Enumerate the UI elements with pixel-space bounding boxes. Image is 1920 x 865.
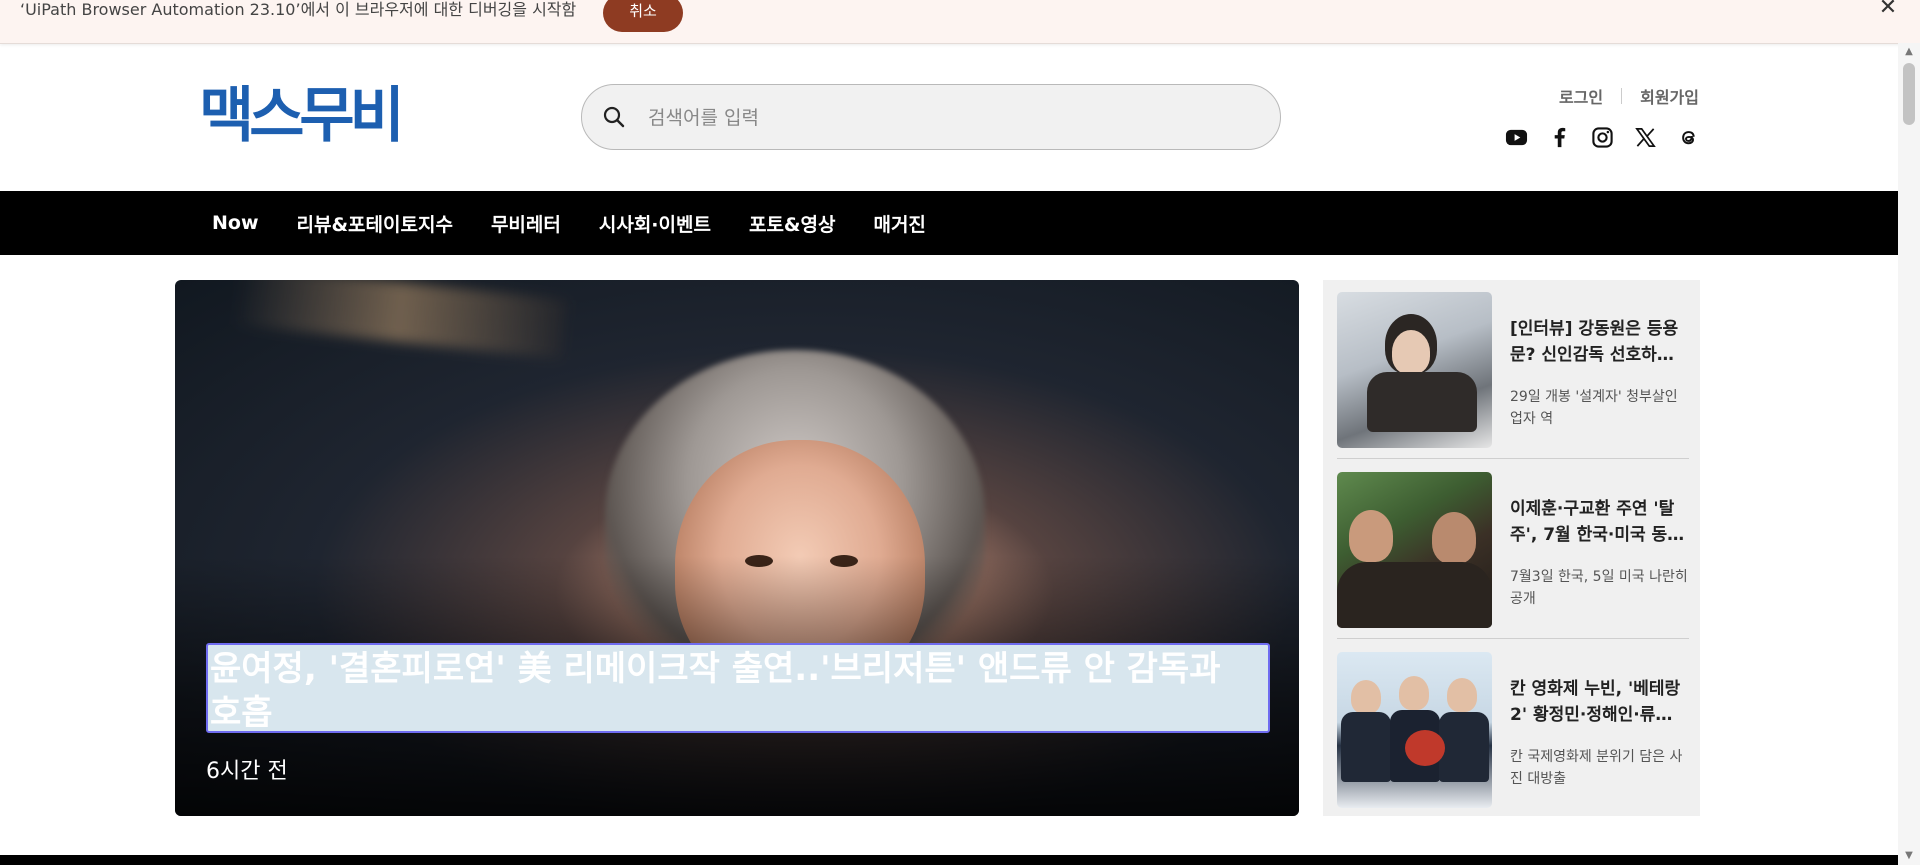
search-icon[interactable] [602,105,626,129]
youtube-icon[interactable] [1505,126,1528,149]
nav-item-photo-video[interactable]: 포토&영상 [749,210,836,237]
close-icon[interactable]: ✕ [1876,0,1900,20]
news-card[interactable]: [인터뷰] 강동원은 등용문? 신인감독 선호하… 29일 개봉 '설계자' 청… [1337,292,1689,448]
infobar-cancel-button[interactable]: 취소 [603,0,683,32]
hero-article[interactable]: 윤여정, '결혼피로연' 美 리메이크작 출연..'브리저튼' 앤드류 안 감독… [175,280,1299,816]
news-card-title[interactable]: 칸 영화제 누빈, '베테랑2' 황정민·정해인·류… [1510,676,1689,728]
search-box[interactable] [581,84,1281,150]
scroll-thumb[interactable] [1903,63,1915,125]
footer-strip [0,855,1898,865]
news-card-subtitle: 칸 국제영화제 분위기 담은 사진 대방출 [1510,749,1683,787]
news-card-title[interactable]: [인터뷰] 강동원은 등용문? 신인감독 선호하… [1510,316,1689,368]
main-nav: Now 리뷰&포테이토지수 무비레터 시사회·이벤트 포토&영상 매거진 [0,191,1898,255]
nav-item-review[interactable]: 리뷰&포테이토지수 [297,210,453,237]
signup-link[interactable]: 회원가입 [1640,84,1699,108]
news-card[interactable]: 칸 영화제 누빈, '베테랑2' 황정민·정해인·류… 칸 국제영화제 분위기 … [1337,652,1689,808]
news-thumbnail[interactable] [1337,652,1492,808]
nav-item-magazine[interactable]: 매거진 [873,210,925,237]
facebook-icon[interactable] [1548,126,1571,149]
news-card[interactable]: 이제훈·구교환 주연 '탈주', 7월 한국·미국 동… 7월3일 한국, 5일… [1337,472,1689,628]
hero-image-lamp [232,280,568,360]
x-icon[interactable] [1634,126,1657,149]
search-input[interactable] [646,99,1250,137]
nav-item-movieletter[interactable]: 무비레터 [491,210,561,237]
hero-timestamp: 6시간 전 [206,759,288,784]
news-thumbnail[interactable] [1337,472,1492,628]
instagram-icon[interactable] [1591,126,1614,149]
scroll-down-arrow-icon[interactable]: ▼ [1898,847,1920,865]
news-thumbnail[interactable] [1337,292,1492,448]
news-divider [1337,638,1689,639]
sidebar-news: [인터뷰] 강동원은 등용문? 신인감독 선호하… 29일 개봉 '설계자' 청… [1323,280,1700,816]
hero-title[interactable]: 윤여정, '결혼피로연' 美 리메이크작 출연..'브리저튼' 앤드류 안 감독… [206,643,1270,733]
nav-item-events[interactable]: 시사회·이벤트 [599,210,711,237]
page-scrollbar[interactable]: ▲ ▼ [1898,43,1920,865]
debug-infobar: ‘UiPath Browser Automation 23.10’에서 이 브라… [0,0,1920,44]
news-divider [1337,458,1689,459]
login-link[interactable]: 로그인 [1559,84,1603,108]
infobar-message: ‘UiPath Browser Automation 23.10’에서 이 브라… [20,0,577,19]
news-card-subtitle: 7월3일 한국, 5일 미국 나란히 공개 [1510,569,1688,607]
news-card-title[interactable]: 이제훈·구교환 주연 '탈주', 7월 한국·미국 동… [1510,496,1689,548]
social-links [1505,126,1700,149]
news-card-subtitle: 29일 개봉 '설계자' 청부살인업자 역 [1510,389,1678,427]
threads-icon[interactable] [1677,126,1700,149]
scroll-up-arrow-icon[interactable]: ▲ [1898,43,1920,61]
auth-links: 로그인 회원가입 [1559,84,1699,108]
nav-item-now[interactable]: Now [212,212,259,234]
site-logo[interactable]: 맥스무비 [199,84,405,148]
auth-divider [1621,88,1623,104]
